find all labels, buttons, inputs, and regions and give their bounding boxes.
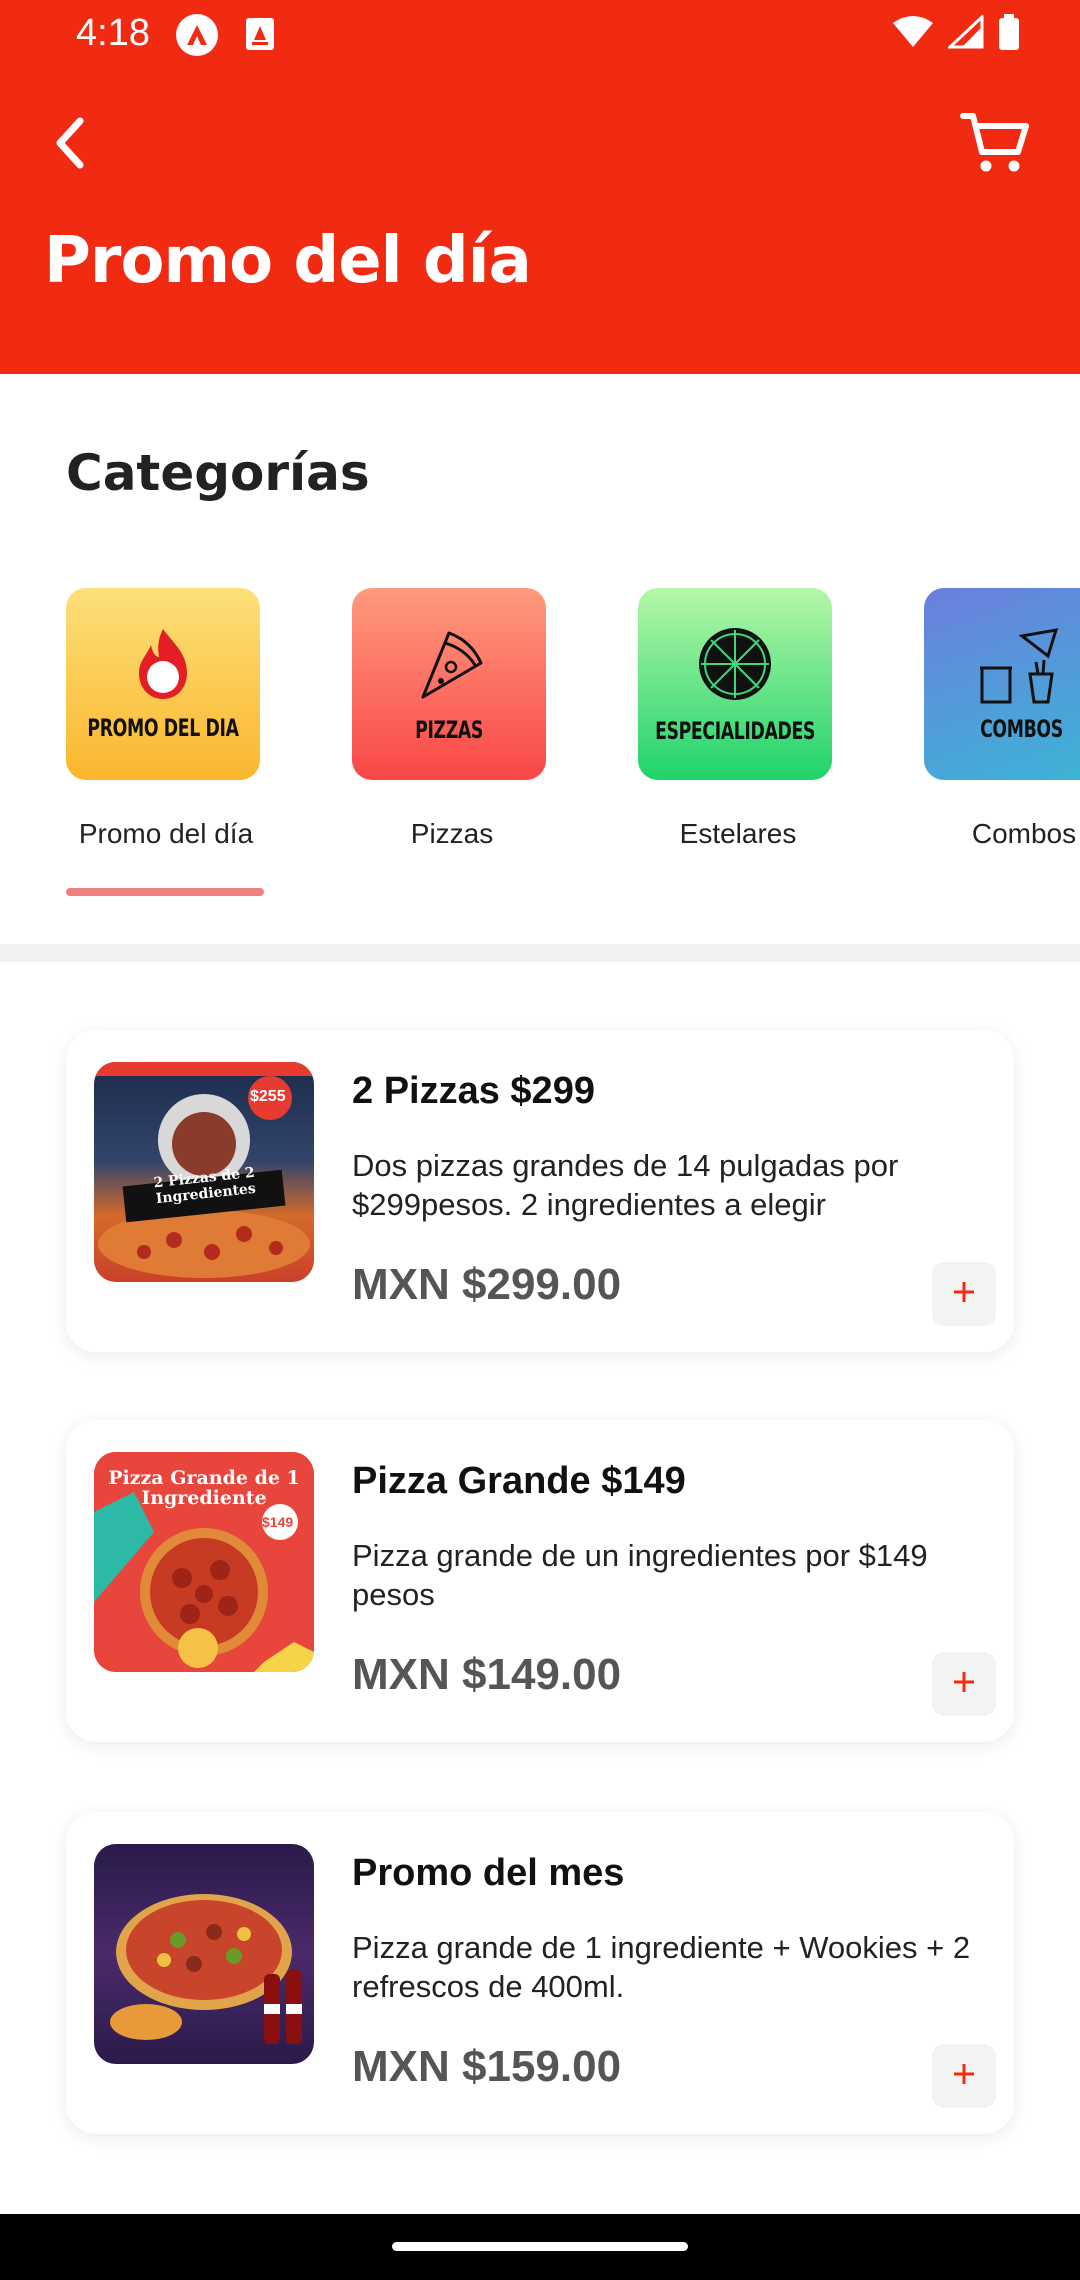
cart-icon <box>960 110 1030 181</box>
category-tile: PROMO DEL DIA <box>66 588 260 780</box>
product-price: MXN $299.00 <box>352 1260 622 1309</box>
product-image: Pizza Grande de 1 Ingrediente $149 <box>94 1452 314 1672</box>
section-divider <box>0 944 1080 962</box>
product-image-badge: $255 <box>250 1088 286 1105</box>
product-price: MXN $149.00 <box>352 1650 622 1699</box>
status-icons <box>892 13 1020 55</box>
product-name: Promo del mes <box>352 1852 625 1894</box>
wifi-icon <box>892 15 934 54</box>
add-to-cart-button[interactable] <box>932 2044 996 2108</box>
back-button[interactable] <box>30 100 110 190</box>
category-tile: COMBOS <box>924 588 1080 780</box>
page-title: Promo del día <box>44 224 532 298</box>
plus-icon <box>951 2061 977 2092</box>
pizza-slice-icon <box>409 625 489 710</box>
category-label: Pizzas <box>410 818 494 849</box>
category-estelares[interactable]: ESPECIALIDADES Estelares <box>638 588 838 850</box>
category-tile-text: ESPECIALIDADES <box>655 716 815 745</box>
battery-icon <box>998 14 1020 55</box>
home-gesture-handle[interactable] <box>392 2242 688 2251</box>
category-label: Estelares <box>679 818 797 849</box>
product-card[interactable]: $255 2 Pizzas de 2 Ingredientes 2 Pizzas… <box>66 1030 1014 1352</box>
product-description: Pizza grande de un ingredientes por $149… <box>352 1538 928 1612</box>
plus-icon <box>951 1279 977 1310</box>
product-description: Dos pizzas grandes de 14 pulgadas por $2… <box>352 1148 899 1222</box>
system-navigation-bar <box>0 2214 1080 2280</box>
category-combos[interactable]: COMBOS Combos <box>924 588 1080 850</box>
add-to-cart-button[interactable] <box>932 1652 996 1716</box>
categories-section: Categorías PROMO DEL DIA Promo del día P… <box>0 374 1080 946</box>
category-tile-text: PROMO DEL DIA <box>87 713 239 742</box>
status-bar: 4:18 <box>0 0 1080 70</box>
category-tile: PIZZAS <box>352 588 546 780</box>
product-card[interactable]: Promo del mes Pizza grande de 1 ingredie… <box>66 1812 1014 2134</box>
chevron-left-icon <box>50 115 90 176</box>
app-header: 4:18 Promo del día <box>0 0 1080 374</box>
category-promo-del-dia[interactable]: PROMO DEL DIA Promo del día <box>66 588 266 850</box>
add-to-cart-button[interactable] <box>932 1262 996 1326</box>
cart-button[interactable] <box>950 100 1040 190</box>
product-description: Pizza grande de 1 ingrediente + Wookies … <box>352 1930 971 2004</box>
category-label: Promo del día <box>78 818 254 849</box>
product-image-badge: $149 <box>262 1514 294 1530</box>
plus-icon <box>951 1669 977 1700</box>
combo-icon <box>976 626 1066 711</box>
category-tile-text: COMBOS <box>979 714 1063 743</box>
whole-pizza-icon <box>695 624 775 709</box>
selected-category-indicator <box>66 888 264 896</box>
category-tile: ESPECIALIDADES <box>638 588 832 780</box>
category-label: Combos <box>971 818 1077 849</box>
app-b-icon <box>246 18 274 50</box>
product-image <box>94 1844 314 2064</box>
flame-icon <box>133 627 193 706</box>
product-name: 2 Pizzas $299 <box>352 1070 595 1112</box>
category-tile-text: PIZZAS <box>415 715 483 744</box>
product-card[interactable]: Pizza Grande de 1 Ingrediente $149 Pizza… <box>66 1420 1014 1742</box>
product-price: MXN $159.00 <box>352 2042 622 2091</box>
status-time: 4:18 <box>76 12 150 54</box>
product-image: $255 2 Pizzas de 2 Ingredientes <box>94 1062 314 1282</box>
signal-icon <box>946 13 984 54</box>
category-pizzas[interactable]: PIZZAS Pizzas <box>352 588 552 850</box>
category-list[interactable]: PROMO DEL DIA Promo del día PIZZAS Pizza… <box>66 588 1080 908</box>
app-a-icon <box>176 14 218 56</box>
categories-heading: Categorías <box>66 444 370 502</box>
product-image-text: Pizza Grande de 1 Ingrediente <box>108 1467 300 1509</box>
product-name: Pizza Grande $149 <box>352 1460 686 1502</box>
